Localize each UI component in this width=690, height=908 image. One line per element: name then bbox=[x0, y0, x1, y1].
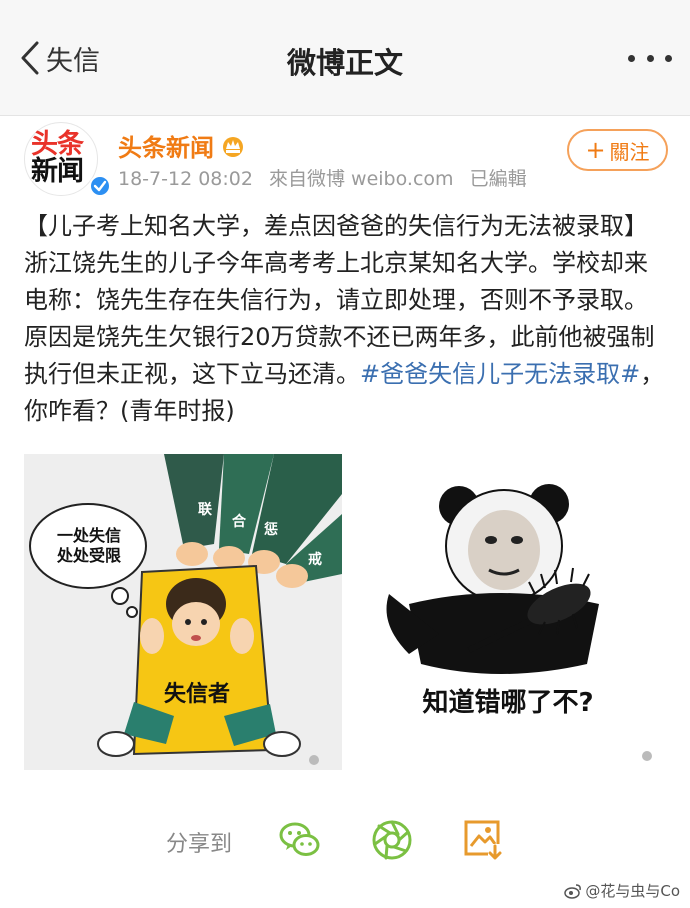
sleeve-label: 惩 bbox=[264, 521, 278, 538]
avatar-logo: 头条 新闻 bbox=[31, 129, 84, 187]
navigation-bar: 失信 微博正文 bbox=[0, 0, 690, 116]
wechat-icon[interactable] bbox=[278, 818, 322, 862]
meme-caption: 知道错哪了不? bbox=[422, 688, 594, 718]
post-source: 來自微博 weibo.com bbox=[269, 168, 454, 190]
edited-label: 已編輯 bbox=[469, 168, 527, 190]
moments-icon[interactable] bbox=[370, 818, 414, 862]
hashtag-link[interactable]: #爸爸失信儿子无法录取# bbox=[360, 360, 640, 388]
follow-label: 關注 bbox=[609, 139, 650, 164]
follow-button[interactable]: + 關注 bbox=[567, 129, 668, 171]
verified-badge-icon bbox=[89, 175, 111, 197]
post-image-panda-meme[interactable]: 知道错哪了不? bbox=[349, 454, 667, 770]
sleeve-label: 合 bbox=[232, 513, 247, 530]
share-label: 分享到 bbox=[166, 832, 233, 857]
plus-icon: + bbox=[585, 136, 606, 164]
post-text: 【儿子考上知名大学，差点因爸爸的失信行为无法被录取】浙江饶先生的儿子今年高考考上… bbox=[24, 208, 668, 430]
sleeve-label: 联 bbox=[198, 502, 213, 518]
avatar[interactable]: 头条 新闻 bbox=[24, 122, 111, 197]
post-time: 18-7-12 08:02 bbox=[118, 168, 253, 190]
post-meta: 18-7-12 08:02 來自微博 weibo.com 已編輯 bbox=[118, 164, 537, 191]
board-label: 失信者 bbox=[164, 682, 231, 707]
author-name[interactable]: 头条新闻 bbox=[118, 128, 214, 163]
weibo-logo-icon bbox=[564, 883, 582, 899]
bubble-text: 一处失信 处处受限 bbox=[56, 526, 121, 565]
page-title: 微博正文 bbox=[286, 46, 403, 80]
watermark: @花与虫与Co bbox=[564, 880, 680, 901]
more-options-icon[interactable] bbox=[628, 44, 672, 72]
save-image-icon[interactable] bbox=[462, 818, 506, 862]
post-image-cartoon[interactable]: 联 合 惩 戒 一处失信 处处受限 失信者 bbox=[24, 454, 342, 770]
vip-crown-icon bbox=[220, 134, 246, 158]
watermark-text: @花与虫与Co bbox=[585, 882, 680, 900]
author-row: 头条新闻 bbox=[118, 128, 246, 163]
sleeve-label: 戒 bbox=[308, 551, 322, 568]
